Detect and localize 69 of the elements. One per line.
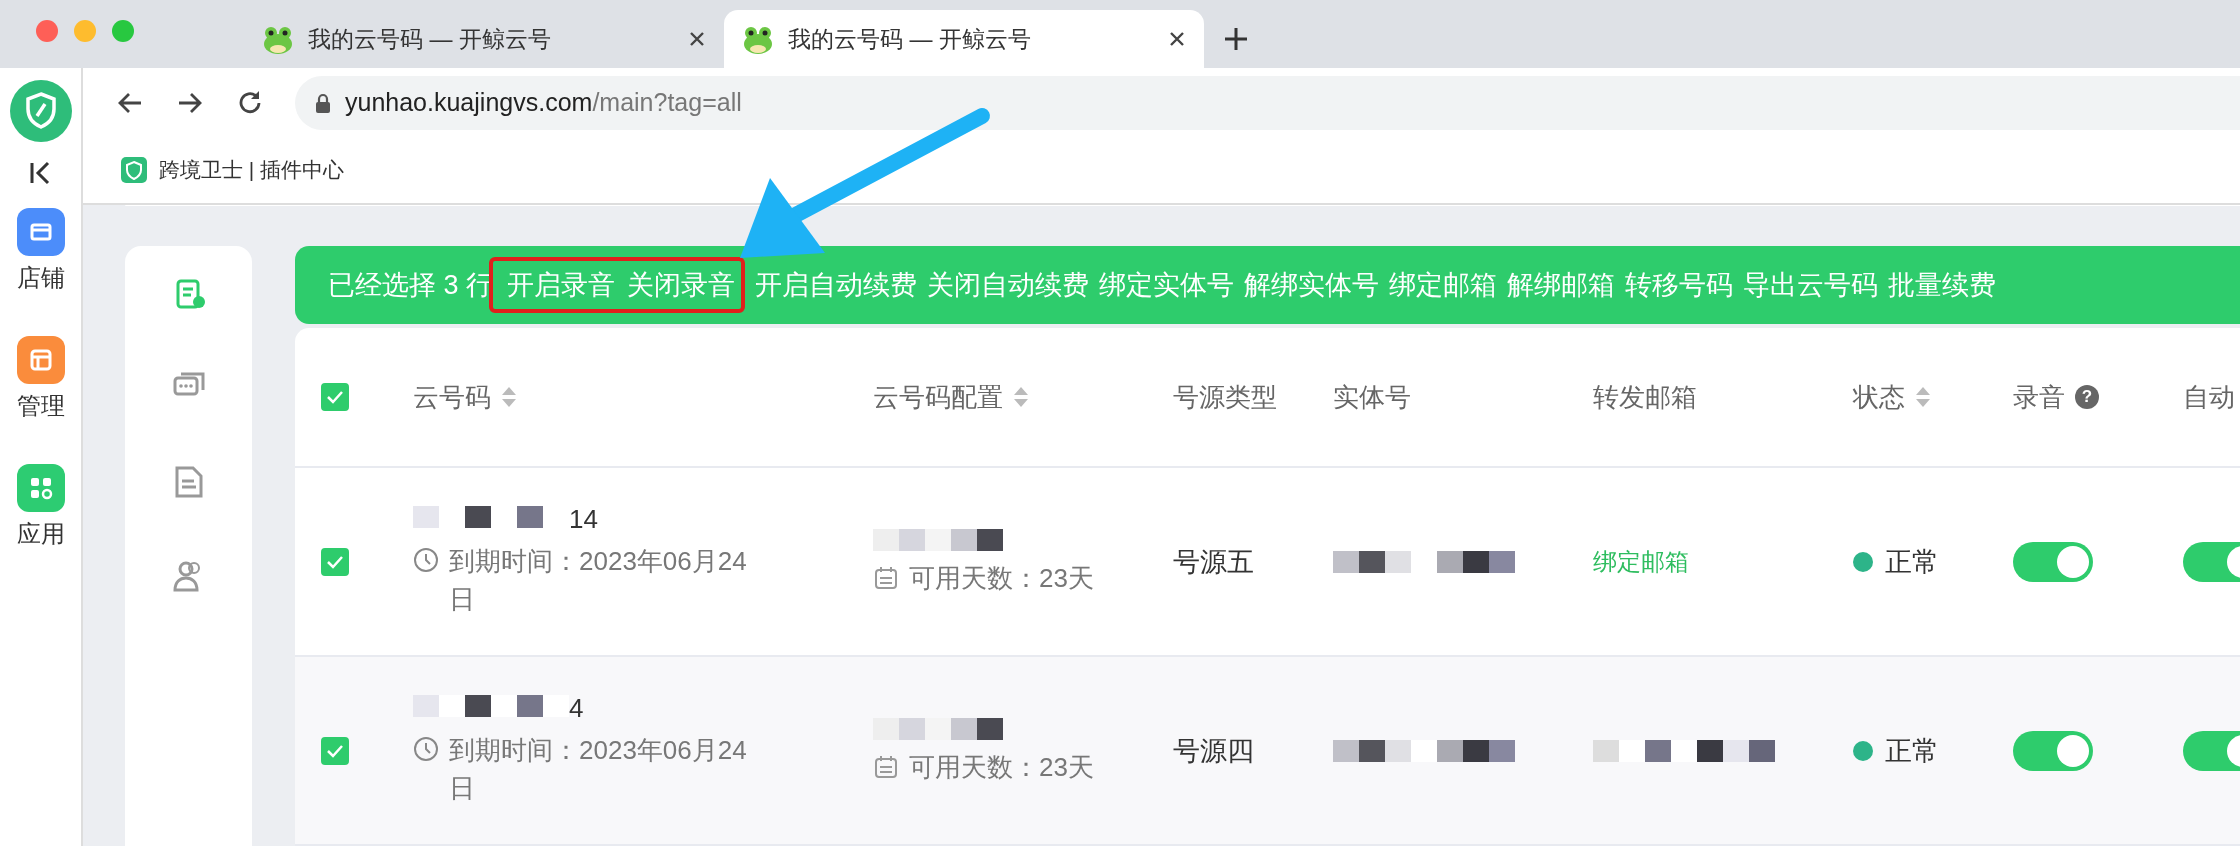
- status-dot: [1853, 740, 1873, 761]
- shield-logo-icon[interactable]: [9, 80, 72, 142]
- minimize-window-button[interactable]: [74, 20, 96, 42]
- bulk-action[interactable]: 批量续费: [1888, 267, 1997, 303]
- bulk-action[interactable]: 关闭自动续费: [927, 267, 1090, 303]
- frog-icon: [262, 24, 294, 54]
- bulk-action[interactable]: 开启录音: [507, 267, 616, 303]
- available-days: 可用天数：23天: [909, 750, 1094, 785]
- close-window-button[interactable]: [36, 20, 58, 42]
- calendar-icon: [873, 754, 899, 780]
- recording-toggle[interactable]: [2013, 730, 2093, 771]
- status-text: 正常: [1885, 545, 1939, 579]
- bulk-action[interactable]: 导出云号码: [1743, 267, 1879, 303]
- row-checkbox[interactable]: [321, 736, 349, 765]
- number-suffix: 4: [569, 693, 584, 725]
- clock-icon: [413, 547, 439, 574]
- auto-renew-toggle[interactable]: [2183, 541, 2240, 582]
- maximize-window-button[interactable]: [112, 20, 134, 42]
- sort-icon[interactable]: [501, 386, 517, 408]
- bind-email-link[interactable]: 绑定邮箱: [1593, 545, 1689, 578]
- sort-icon[interactable]: [1013, 386, 1029, 408]
- available-days: 可用天数：23天: [909, 561, 1094, 596]
- column-header: 自动: [2183, 380, 2235, 414]
- app-nav-item[interactable]: 店铺: [16, 208, 65, 294]
- bulk-action[interactable]: 开启自动续费: [755, 267, 918, 303]
- address-bar[interactable]: yunhao.kuajingvs.com/main?tag=all: [295, 75, 2240, 130]
- status-dot: [1853, 551, 1873, 572]
- bulk-action[interactable]: 解绑邮箱: [1507, 267, 1616, 303]
- select-all-checkbox[interactable]: [321, 383, 349, 411]
- number-suffix: 14: [569, 504, 598, 536]
- bulk-action[interactable]: 绑定实体号: [1099, 267, 1235, 303]
- column-header: 实体号: [1333, 380, 1411, 414]
- shield-icon: [121, 157, 147, 183]
- expiry-date: 到期时间：2023年06月24日: [449, 734, 748, 805]
- recording-toggle[interactable]: [2013, 541, 2093, 582]
- bulk-action[interactable]: 转移号码: [1625, 267, 1734, 303]
- browser-tab[interactable]: 我的云号码 — 开鲸云号: [244, 10, 724, 68]
- number-source: 号源五: [1173, 545, 1254, 579]
- auto-renew-toggle[interactable]: [2183, 730, 2240, 771]
- app-nav-item[interactable]: 管理: [16, 336, 65, 422]
- bulk-action[interactable]: 关闭录音: [627, 267, 736, 303]
- row-checkbox[interactable]: [321, 547, 349, 576]
- bulk-action[interactable]: 解绑实体号: [1244, 267, 1380, 303]
- help-icon[interactable]: ?: [2075, 385, 2099, 409]
- status-text: 正常: [1885, 734, 1939, 768]
- column-header[interactable]: 云号码: [413, 379, 491, 415]
- app-nav-item[interactable]: 应用: [16, 464, 65, 550]
- close-icon[interactable]: [688, 30, 706, 48]
- lock-icon: [315, 92, 331, 113]
- clock-icon: [413, 736, 439, 763]
- column-header: 转发邮箱: [1593, 380, 1697, 414]
- bookmark-link[interactable]: 跨境卫士 | 插件中心: [121, 156, 345, 184]
- column-header: 号源类型: [1173, 380, 1277, 414]
- check-icon: [326, 743, 344, 758]
- number-source: 号源四: [1173, 734, 1254, 768]
- new-tab-icon[interactable]: [1222, 25, 1250, 53]
- column-header[interactable]: 状态: [1853, 379, 1905, 415]
- check-icon: [326, 554, 344, 569]
- calendar-icon: [873, 565, 899, 591]
- check-icon: [326, 390, 344, 404]
- sort-icon[interactable]: [1915, 386, 1931, 408]
- browser-tab[interactable]: 我的云号码 — 开鲸云号: [724, 10, 1204, 68]
- selection-count: 已经选择 3 行: [328, 269, 494, 302]
- column-header: 录音: [2013, 380, 2065, 414]
- expiry-date: 到期时间：2023年06月24日: [449, 545, 748, 616]
- column-header[interactable]: 云号码配置: [873, 379, 1003, 415]
- bulk-action[interactable]: 绑定邮箱: [1389, 267, 1498, 303]
- close-icon[interactable]: [1168, 30, 1186, 48]
- frog-icon: [742, 24, 774, 54]
